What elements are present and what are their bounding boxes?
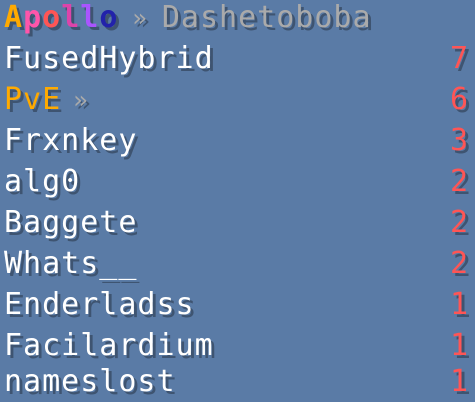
- scoreboard-sidebar: Apollo » Dashetoboba FusedHybrid 7 PvE »…: [0, 0, 475, 402]
- player-score: 2: [449, 164, 469, 199]
- brand-letter: A: [4, 0, 24, 35]
- player-name: nameslost: [4, 364, 176, 399]
- mode-label: PvE »: [4, 80, 89, 120]
- score-row: Enderladss 1: [4, 285, 469, 325]
- scoreboard-title: Apollo » Dashetoboba: [4, 0, 469, 38]
- score-row: alg0 2: [4, 162, 469, 202]
- player-score: 1: [449, 287, 469, 322]
- player-name: alg0: [4, 164, 81, 199]
- title-separator-icon: »: [132, 4, 148, 32]
- player-score: 6: [449, 82, 469, 117]
- score-row: Facilardium 1: [4, 326, 469, 366]
- player-score: 1: [449, 328, 469, 363]
- player-score: 1: [449, 364, 469, 399]
- brand-letter: p: [23, 0, 43, 35]
- score-row: Whats__ 2: [4, 244, 469, 284]
- player-score: 3: [449, 123, 469, 158]
- brand-letter: l: [80, 0, 100, 35]
- mode-name: PvE: [4, 82, 62, 117]
- player-name: Frxnkey: [4, 123, 138, 158]
- player-score: 2: [449, 246, 469, 281]
- score-row: Frxnkey 3: [4, 121, 469, 161]
- player-score: 2: [449, 205, 469, 240]
- player-name: Enderladss: [4, 287, 195, 322]
- score-row: Baggete 2: [4, 203, 469, 243]
- brand-name: Apollo: [4, 0, 118, 38]
- score-row: FusedHybrid 7: [4, 39, 469, 79]
- player-name: Baggete: [4, 205, 138, 240]
- mode-separator-icon: »: [73, 86, 89, 114]
- server-name: Dashetoboba: [161, 0, 372, 35]
- brand-letter: o: [42, 0, 62, 35]
- score-row: nameslost 1: [4, 362, 469, 402]
- player-name: FusedHybrid: [4, 41, 214, 76]
- player-name: Facilardium: [4, 328, 214, 363]
- brand-letter: l: [61, 0, 81, 35]
- player-name: Whats__: [4, 246, 138, 281]
- score-row: PvE » 6: [4, 80, 469, 120]
- brand-letter: o: [99, 0, 119, 35]
- player-score: 7: [449, 41, 469, 76]
